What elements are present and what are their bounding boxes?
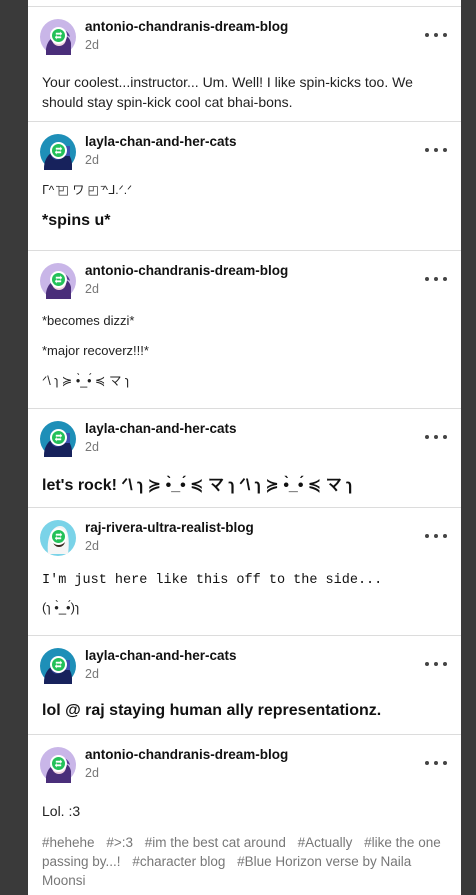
post-time[interactable]: 2d xyxy=(85,282,99,296)
more-options-icon[interactable] xyxy=(425,28,447,42)
post-text: *becomes dizzi* xyxy=(42,313,135,328)
post-kaomoji: ᒥ^ ̄◰ ワ ◰ ̄^ᒧ.ᐟ.ᐟ xyxy=(42,183,133,197)
post-text: *spins u* xyxy=(42,212,111,229)
post-text: Lol. :3 xyxy=(42,803,81,819)
post-time[interactable]: 2d xyxy=(85,38,99,52)
reblog-badge-icon xyxy=(50,142,67,159)
post-text: let's rock! ᐟ\ ɿ ≽ •̀_•́ ≼ マ ɿ ᐟ\ ɿ ≽ •̀… xyxy=(42,477,353,494)
blog-name[interactable]: antonio-chandranis-dream-blog xyxy=(85,263,288,278)
post-time[interactable]: 2d xyxy=(85,440,99,454)
previous-post-edge xyxy=(28,0,461,7)
post-header: antonio-chandranis-dream-blog 2d xyxy=(28,735,461,791)
more-options-icon[interactable] xyxy=(425,430,447,444)
tag[interactable]: #>:3 xyxy=(106,835,133,850)
post-header: raj-rivera-ultra-realist-blog 2d xyxy=(28,508,461,564)
post-2: layla-chan-and-her-cats 2d ᒥ^ ̄◰ ワ ◰ ̄^ᒧ… xyxy=(28,122,461,251)
blog-name[interactable]: raj-rivera-ultra-realist-blog xyxy=(85,520,254,535)
reblog-badge-icon xyxy=(50,656,67,673)
blog-name[interactable]: layla-chan-and-her-cats xyxy=(85,421,237,436)
post-text: I'm just here like this off to the side.… xyxy=(42,573,383,588)
post-header: antonio-chandranis-dream-blog 2d xyxy=(28,251,461,307)
tag[interactable]: #hehehe xyxy=(42,835,95,850)
post-time[interactable]: 2d xyxy=(85,766,99,780)
post-kaomoji: (ɿ •̀_•́)ɿ xyxy=(42,600,80,615)
post-kaomoji: ᐟ\ ɿ ≽ •̀_•́ ≼ マ ɿ xyxy=(42,374,130,388)
reblog-badge-icon xyxy=(50,755,67,772)
tag[interactable]: #im the best cat around xyxy=(145,835,286,850)
post-3: antonio-chandranis-dream-blog 2d *become… xyxy=(28,251,461,409)
post-4: layla-chan-and-her-cats 2d let's rock! ᐟ… xyxy=(28,409,461,508)
post-time[interactable]: 2d xyxy=(85,539,99,553)
more-options-icon[interactable] xyxy=(425,657,447,671)
post-time[interactable]: 2d xyxy=(85,153,99,167)
tag[interactable]: #Actually xyxy=(298,835,353,850)
more-options-icon[interactable] xyxy=(425,756,447,770)
post-text: *major recoverz!!!* xyxy=(42,343,149,358)
post-6: layla-chan-and-her-cats 2d lol @ raj sta… xyxy=(28,636,461,735)
reblog-badge-icon xyxy=(50,429,67,446)
tag-list: #hehehe #>:3 #im the best cat around #Ac… xyxy=(42,833,447,890)
post-5: raj-rivera-ultra-realist-blog 2d I'm jus… xyxy=(28,508,461,636)
blog-name[interactable]: layla-chan-and-her-cats xyxy=(85,134,237,149)
dashboard-feed: antonio-chandranis-dream-blog 2d Your co… xyxy=(28,0,461,895)
post-header: layla-chan-and-her-cats 2d xyxy=(28,409,461,465)
reblog-badge-icon xyxy=(50,271,67,288)
post-1: antonio-chandranis-dream-blog 2d Your co… xyxy=(28,7,461,122)
blog-name[interactable]: antonio-chandranis-dream-blog xyxy=(85,747,288,762)
post-header: antonio-chandranis-dream-blog 2d xyxy=(28,7,461,63)
post-time[interactable]: 2d xyxy=(85,667,99,681)
post-header: layla-chan-and-her-cats 2d xyxy=(28,122,461,178)
tag[interactable]: #character blog xyxy=(132,854,225,869)
post-text: Your coolest...instructor... Um. Well! I… xyxy=(42,74,413,110)
more-options-icon[interactable] xyxy=(425,529,447,543)
post-7: antonio-chandranis-dream-blog 2d Lol. :3… xyxy=(28,735,461,895)
more-options-icon[interactable] xyxy=(425,272,447,286)
blog-name[interactable]: antonio-chandranis-dream-blog xyxy=(85,19,288,34)
post-text: lol @ raj staying human ally representat… xyxy=(42,702,382,719)
more-options-icon[interactable] xyxy=(425,143,447,157)
reblog-badge-icon xyxy=(50,27,67,44)
blog-name[interactable]: layla-chan-and-her-cats xyxy=(85,648,237,663)
reblog-badge-icon xyxy=(50,528,67,545)
post-header: layla-chan-and-her-cats 2d xyxy=(28,636,461,692)
